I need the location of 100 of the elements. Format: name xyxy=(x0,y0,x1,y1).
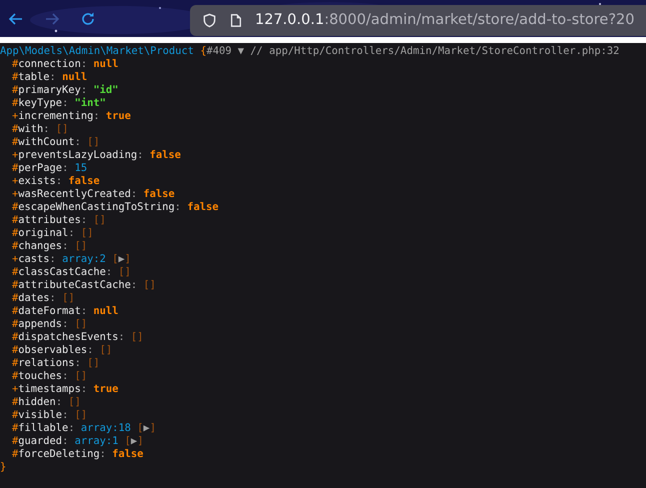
colon-separator: : xyxy=(118,331,125,343)
property-value: [] xyxy=(62,292,75,304)
collapse-toggle[interactable]: ▼ xyxy=(238,45,244,57)
colon-separator: : xyxy=(174,201,181,213)
property-name: withCount xyxy=(18,136,75,148)
property-value: [] xyxy=(80,227,94,239)
expand-toggle[interactable]: [▶] xyxy=(124,435,144,447)
visibility-mark: # xyxy=(12,71,18,83)
address-bar[interactable]: 127.0.0.1:8000/admin/market/store/add-to-store?20 xyxy=(190,4,646,36)
visibility-mark: # xyxy=(12,435,18,447)
property-value: null xyxy=(62,71,88,83)
visibility-mark: # xyxy=(12,58,18,70)
colon-separator: : xyxy=(68,422,75,434)
property-name: attributeCastCache xyxy=(18,279,131,291)
property-value: false xyxy=(143,188,175,200)
page-icon xyxy=(229,12,243,28)
property-name: exists xyxy=(18,175,56,187)
property-value: [] xyxy=(74,370,88,382)
right-arrow-icon xyxy=(44,10,60,26)
property-value: [] xyxy=(87,357,100,369)
visibility-mark: # xyxy=(12,123,18,135)
property-value: [] xyxy=(56,123,68,135)
property-value: [] xyxy=(74,409,88,421)
colon-separator: : xyxy=(80,84,88,96)
property-name: dispatchesEvents xyxy=(18,331,118,343)
property-name: casts xyxy=(18,253,50,265)
property-name: escapeWhenCastingToString xyxy=(18,201,175,213)
property-name: visible xyxy=(18,409,62,421)
colon-separator: : xyxy=(50,292,56,304)
property-value: array:1 xyxy=(74,435,118,447)
property-value: null xyxy=(93,58,118,70)
colon-separator: : xyxy=(56,175,62,187)
visibility-mark: # xyxy=(12,227,18,239)
property-name: relations xyxy=(18,357,75,369)
visibility-mark: + xyxy=(12,149,18,161)
visibility-mark: # xyxy=(12,84,18,96)
property-value: true xyxy=(93,383,118,395)
visibility-mark: # xyxy=(12,409,18,421)
visibility-mark: # xyxy=(12,136,18,148)
visibility-mark: # xyxy=(12,396,18,408)
visibility-mark: + xyxy=(12,188,18,200)
property-name: guarded xyxy=(18,435,62,447)
property-value: [] xyxy=(87,136,100,148)
expand-toggle[interactable]: [▶] xyxy=(137,422,156,434)
property-value: [] xyxy=(118,266,131,278)
colon-separator: : xyxy=(62,240,68,252)
property-name: connection xyxy=(18,58,81,70)
left-arrow-icon xyxy=(8,10,24,26)
property-value: false xyxy=(112,448,144,460)
property-name: touches xyxy=(18,370,62,382)
property-value: 15 xyxy=(74,162,88,174)
visibility-mark: # xyxy=(12,305,18,317)
property-value: [] xyxy=(74,240,88,252)
property-name: timestamps xyxy=(18,383,81,395)
reload-icon xyxy=(80,10,96,26)
property-name: hidden xyxy=(18,396,56,408)
visibility-mark: # xyxy=(12,97,18,109)
visibility-mark: # xyxy=(12,266,18,278)
object-id: #409 xyxy=(206,45,232,57)
visibility-mark: # xyxy=(12,448,18,460)
property-name: attributes xyxy=(18,214,81,226)
property-value: array:18 xyxy=(80,422,131,434)
colon-separator: : xyxy=(106,266,112,278)
property-name: dateFormat xyxy=(18,305,81,317)
property-value: [] xyxy=(100,344,112,356)
property-value: false xyxy=(150,149,181,161)
visibility-mark: # xyxy=(12,292,18,304)
visibility-mark: # xyxy=(12,162,18,174)
colon-separator: : xyxy=(80,214,88,226)
colon-separator: : xyxy=(80,383,88,395)
colon-separator: : xyxy=(50,253,56,265)
visibility-mark: # xyxy=(12,422,18,434)
visibility-mark: # xyxy=(12,201,18,213)
colon-separator: : xyxy=(62,162,68,174)
property-name: perPage xyxy=(18,162,62,174)
colon-separator: : xyxy=(62,318,68,330)
colon-separator: : xyxy=(74,136,81,148)
colon-separator: : xyxy=(56,396,62,408)
property-value: [] xyxy=(130,331,144,343)
property-name: wasRecentlyCreated xyxy=(18,188,131,200)
property-name: with xyxy=(18,123,44,135)
property-value: array:2 xyxy=(62,253,106,265)
close-brace: } xyxy=(0,461,6,473)
colon-separator: : xyxy=(62,97,68,109)
property-name: table xyxy=(18,71,50,83)
property-name: forceDeleting xyxy=(18,448,100,460)
shield-icon xyxy=(202,12,217,28)
property-value: "int" xyxy=(74,97,106,109)
open-brace: { xyxy=(200,45,206,57)
colon-separator: : xyxy=(80,58,88,70)
visibility-mark: # xyxy=(12,318,18,330)
property-name: primaryKey xyxy=(18,84,81,96)
property-value: "id" xyxy=(93,84,118,96)
colon-separator: : xyxy=(62,435,68,447)
property-name: appends xyxy=(18,318,62,330)
expand-toggle[interactable]: [▶] xyxy=(112,253,131,265)
property-value: false xyxy=(187,201,218,213)
property-name: dates xyxy=(18,292,50,304)
property-name: keyType xyxy=(18,97,62,109)
property-value: true xyxy=(106,110,131,122)
